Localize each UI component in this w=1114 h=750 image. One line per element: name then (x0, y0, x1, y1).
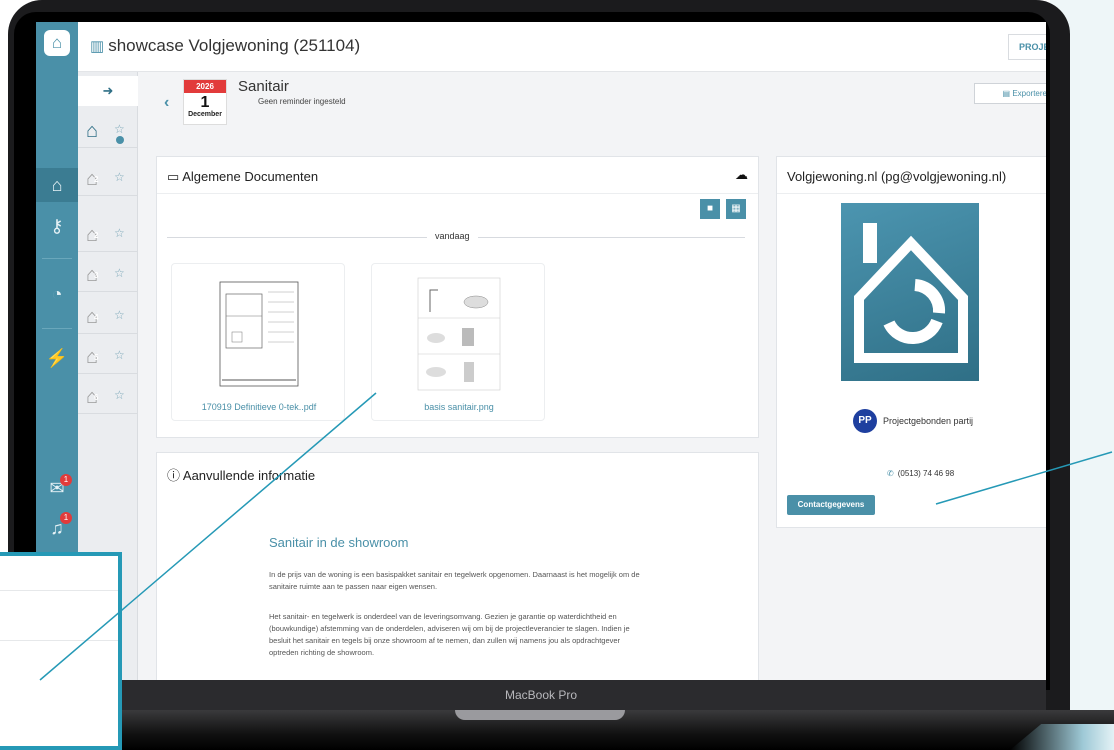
document-card[interactable]: 170919 Definitieve 0-tek..pdf (171, 263, 345, 421)
unit-item-6[interactable]: ⌂ 6 ☆ (78, 380, 138, 414)
floorplan-thumbnail (212, 272, 306, 396)
back-chevron-icon[interactable]: ‹ (164, 94, 169, 112)
documents-title-text: Algemene Documenten (182, 169, 319, 184)
unit-number: 5 (94, 353, 99, 362)
calendar-month: December (188, 111, 222, 118)
unit-number: 3 (94, 271, 99, 280)
unit-number: 6 (94, 393, 99, 402)
star-icon[interactable]: ☆ (114, 122, 125, 136)
bell-badge: 1 (60, 512, 72, 524)
sidebar-divider (42, 258, 72, 259)
page-header: ‹ 2026 1 December Sanitair Geen reminder… (138, 72, 1046, 130)
unit-number: 2 (94, 231, 99, 240)
unit-number: 2 (94, 175, 99, 184)
star-icon[interactable]: ☆ (114, 348, 125, 362)
chevron-right-circle-icon[interactable]: ➜ (78, 76, 138, 106)
calendar-day: 1 (200, 94, 210, 111)
divider (0, 640, 118, 641)
phone-text: (0513) 74 46 98 (897, 469, 955, 478)
chart-icon[interactable]: ◔ (36, 284, 78, 305)
calendar-badge: 2026 1 December (183, 79, 227, 125)
grid-view-button[interactable]: ▦ (726, 199, 746, 219)
phone-number[interactable]: ✆ (0513) 74 46 98 (887, 469, 954, 478)
contact-details-button[interactable]: Contactgegevens (787, 495, 875, 515)
party-name: Projectgebonden partij (883, 416, 974, 426)
list-view-button[interactable]: ■ (700, 199, 720, 219)
star-icon[interactable]: ☆ (114, 226, 125, 240)
export-button[interactable]: ▤ Exporteren (974, 83, 1046, 104)
unit-item-2b[interactable]: ⌂ 2 ☆ (78, 218, 138, 252)
info-heading: Sanitair in de showroom (269, 535, 409, 550)
folder-icon: ▭ (167, 169, 183, 184)
info-paragraph: Het sanitair- en tegelwerk is onderdeel … (269, 612, 630, 657)
unit-item-0[interactable]: ⌂ ☆ (78, 114, 138, 148)
company-logo (841, 203, 979, 381)
chat-badge: 1 (60, 474, 72, 486)
avatar: PP (853, 409, 877, 433)
zoom-callout (0, 552, 122, 750)
project-switch-button[interactable]: PROJECTWISSE (1008, 34, 1046, 60)
marketing-screenshot: ⌂ ⌂ ⚷ ◔ ⚡ ✉ 1 ♫ 1 ▥ showcase Volgjewoning… (0, 0, 1114, 750)
status-dot (116, 136, 124, 144)
unit-item-5[interactable]: ⌂ 5 ☆ (78, 340, 138, 374)
divider (777, 193, 1046, 194)
cloud-upload-icon[interactable]: ☁ (735, 167, 748, 183)
info-paragraph: In de prijs van de woning is een basispa… (269, 570, 640, 591)
document-card[interactable]: basis sanitair.png (371, 263, 545, 421)
header: ▥showcase Volgjewoning (251104) PROJECTW… (78, 22, 1046, 72)
document-name[interactable]: basis sanitair.png (372, 402, 546, 412)
info-panel: ⓘ Aanvullende informatie Sanitair in de … (156, 452, 759, 680)
laptop-notch (455, 710, 625, 720)
keys-icon[interactable]: ⚷ (36, 216, 78, 237)
info-icon: ⓘ (167, 468, 183, 483)
unit-item-4[interactable]: ⌂ 4 ☆ (78, 300, 138, 334)
star-icon[interactable]: ☆ (114, 388, 125, 402)
info-title: ⓘ Aanvullende informatie (167, 465, 315, 484)
document-name[interactable]: 170919 Definitieve 0-tek..pdf (172, 402, 346, 412)
document-icon: ▤ (1002, 89, 1013, 98)
page-subtitle: Geen reminder ingesteld (258, 97, 346, 106)
building-icon: ▥ (90, 38, 105, 55)
export-label: Exporteren (1012, 89, 1046, 98)
bell-icon[interactable]: ♫ (36, 518, 78, 539)
plug-icon[interactable]: ⚡ (36, 348, 78, 369)
app-screen: ⌂ ⌂ ⚷ ◔ ⚡ ✉ 1 ♫ 1 ▥ showcase Volgjewoning… (36, 22, 1046, 680)
divider (157, 193, 758, 194)
house-logo-icon (854, 223, 968, 363)
phone-icon: ✆ (887, 469, 894, 478)
star-icon[interactable]: ☆ (114, 266, 125, 280)
sidebar-divider (42, 328, 72, 329)
device-label: MacBook Pro (504, 688, 578, 702)
contact-title: Volgjewoning.nl (pg@volgjewoning.nl) (787, 169, 1007, 184)
star-icon[interactable]: ☆ (114, 308, 125, 322)
home-icon[interactable]: ⌂ (36, 168, 78, 202)
unit-number: 4 (94, 313, 99, 322)
page-title: Sanitair (238, 78, 289, 95)
sanitary-thumbnail (412, 272, 506, 396)
unit-item-2[interactable]: ⌂ 2 ☆ (78, 162, 138, 196)
laptop-chin: MacBook Pro (36, 680, 1046, 710)
house-icon: ⌂ (86, 120, 99, 142)
project-title: ▥ showcase Volgjewoning (251104) (90, 36, 360, 56)
project-title-text: showcase Volgjewoning (251104) (108, 36, 361, 55)
star-icon[interactable]: ☆ (114, 170, 125, 184)
documents-title: ▭ Algemene Documenten (167, 169, 318, 185)
day-divider-label: vandaag (427, 231, 478, 241)
app-logo[interactable]: ⌂ (44, 30, 70, 56)
documents-panel: ▭ Algemene Documenten ☁ ■ ▦ vandaag 1709… (156, 156, 759, 438)
info-title-text: Aanvullende informatie (182, 468, 316, 483)
divider (0, 590, 118, 591)
contact-panel: Volgjewoning.nl (pg@volgjewoning.nl) PP … (776, 156, 1046, 528)
unit-item-3[interactable]: ⌂ 3 ☆ (78, 258, 138, 292)
calendar-year: 2026 (184, 80, 226, 93)
